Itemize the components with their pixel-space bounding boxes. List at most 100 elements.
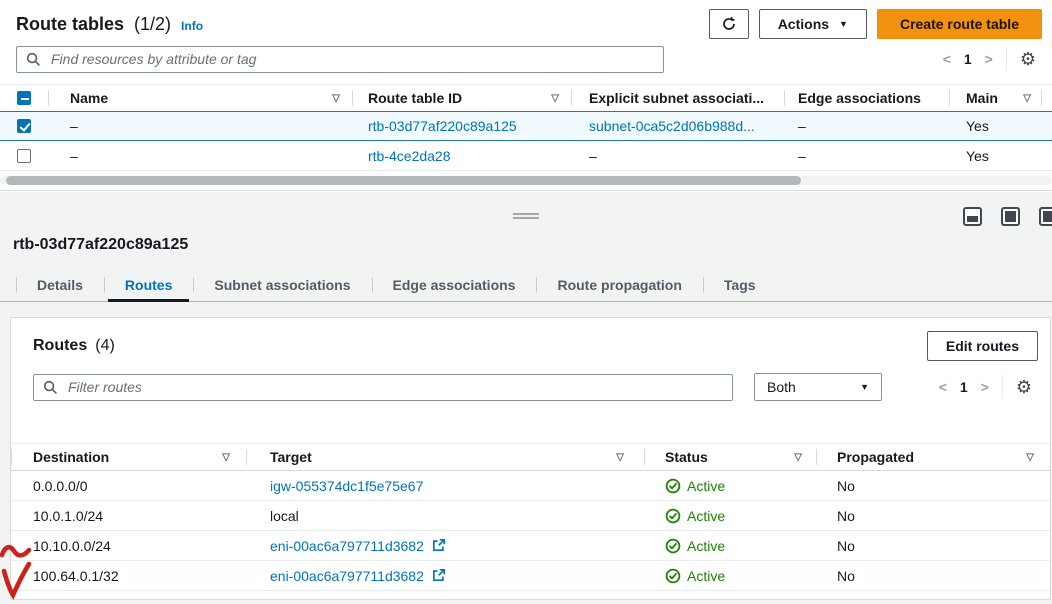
status-badge: Active — [687, 478, 725, 494]
scope-select[interactable]: Both ▼ — [754, 373, 882, 401]
search-box[interactable] — [16, 46, 664, 73]
status-ok-icon — [665, 568, 681, 584]
target-link[interactable]: igw-055374dc1f5e75e67 — [270, 478, 423, 494]
settings-gear-icon[interactable]: ⚙ — [1020, 50, 1036, 68]
refresh-button[interactable] — [709, 9, 749, 39]
sort-icon[interactable]: ▽ — [332, 93, 340, 104]
edge-association-cell: – — [784, 141, 949, 170]
sort-icon[interactable]: ▽ — [616, 452, 624, 463]
tab-route-propagation[interactable]: Route propagation — [536, 269, 702, 301]
column-header-explicit-subnet: Explicit subnet associati... — [571, 85, 784, 111]
routes-title: Routes — [33, 337, 87, 355]
route-table-id-cell: rtb-03d77af220c89a125 — [352, 112, 571, 140]
target-link[interactable]: eni-00ac6a797711d3682 — [270, 568, 424, 584]
layout-bottom-panel-icon[interactable] — [963, 207, 982, 226]
column-header-name[interactable]: Name ▽ — [48, 85, 352, 111]
table-toolbar: < 1 > ⚙ — [16, 45, 1036, 73]
status-ok-icon — [665, 508, 681, 524]
tab-edge-associations[interactable]: Edge associations — [372, 269, 537, 301]
target-cell: eni-00ac6a797711d3682 — [246, 531, 644, 560]
column-header-propagated[interactable]: Propagated ▽ — [816, 444, 1050, 470]
subnet-link[interactable]: subnet-0ca5c2d06b988d... — [589, 118, 755, 134]
search-input[interactable] — [49, 50, 654, 68]
routes-title-group: Routes (4) — [33, 337, 115, 355]
next-page-button[interactable]: > — [981, 379, 989, 395]
sort-icon[interactable]: ▽ — [794, 452, 802, 463]
external-link-icon[interactable] — [431, 568, 446, 583]
tab-routes[interactable]: Routes — [104, 269, 193, 301]
info-link[interactable]: Info — [181, 19, 203, 33]
route-row: 10.10.0.0/24 eni-00ac6a797711d3682 Activ… — [11, 531, 1050, 561]
external-link-icon[interactable] — [431, 538, 446, 553]
propagated-cell: No — [816, 561, 1050, 590]
sort-icon[interactable]: ▽ — [1023, 93, 1031, 104]
create-route-table-button[interactable]: Create route table — [877, 9, 1042, 39]
refresh-icon — [721, 16, 737, 32]
row-checkbox[interactable] — [17, 149, 31, 163]
route-table-id-link[interactable]: rtb-03d77af220c89a125 — [368, 118, 517, 134]
column-label: Edge associations — [798, 90, 921, 106]
layout-toggle-group — [963, 207, 1052, 226]
routes-card: Routes (4) Edit routes Both ▼ < — [10, 317, 1051, 600]
status-cell: Active — [644, 561, 816, 590]
page-number[interactable]: 1 — [964, 51, 972, 67]
route-row: 0.0.0.0/0 igw-055374dc1f5e75e67 Active N… — [11, 471, 1050, 501]
layout-side-panel-icon[interactable] — [1039, 207, 1052, 226]
filter-box[interactable] — [33, 374, 733, 401]
route-table-id-cell: rtb-4ce2da28 — [352, 141, 571, 170]
actions-button[interactable]: Actions ▼ — [759, 9, 867, 39]
horizontal-scrollbar-thumb[interactable] — [6, 176, 801, 185]
target-cell: igw-055374dc1f5e75e67 — [246, 471, 644, 500]
column-header-route-table-id[interactable]: Route table ID ▽ — [352, 85, 571, 111]
column-header-main[interactable]: Main ▽ — [949, 85, 1041, 111]
scope-select-value: Both — [767, 379, 796, 395]
create-route-table-label: Create route table — [900, 16, 1019, 32]
column-label: Explicit subnet associati... — [589, 90, 764, 106]
page-number[interactable]: 1 — [960, 379, 968, 395]
status-badge: Active — [687, 568, 725, 584]
select-all-checkbox[interactable] — [17, 91, 31, 105]
table-header-row: Name ▽ Route table ID ▽ Explicit subnet … — [0, 84, 1052, 111]
propagated-cell: No — [816, 531, 1050, 560]
routes-table: Destination ▽ Target ▽ Status ▽ Propagat… — [11, 443, 1050, 591]
column-label: Target — [270, 449, 312, 465]
destination-cell: 100.64.0.1/32 — [11, 561, 246, 590]
column-header-destination[interactable]: Destination ▽ — [11, 444, 246, 470]
caret-down-icon: ▼ — [860, 382, 869, 392]
next-page-button[interactable]: > — [985, 51, 993, 67]
tab-tags[interactable]: Tags — [703, 269, 777, 301]
row-checkbox-cell — [0, 141, 48, 170]
main-cell: Yes — [949, 141, 1041, 170]
route-tables-table: Name ▽ Route table ID ▽ Explicit subnet … — [0, 84, 1052, 171]
page-title: Route tables — [16, 14, 124, 35]
table-row: – rtb-4ce2da28 – – Yes — [0, 141, 1052, 171]
edge-association-cell: – — [784, 112, 949, 140]
split-resize-handle[interactable] — [513, 211, 539, 221]
detail-panel: rtb-03d77af220c89a125 Details Routes Sub… — [0, 192, 1052, 604]
destination-cell: 10.10.0.0/24 — [11, 531, 246, 560]
prev-page-button[interactable]: < — [939, 379, 947, 395]
status-ok-icon — [665, 478, 681, 494]
prev-page-button[interactable]: < — [943, 51, 951, 67]
status-cell: Active — [644, 531, 816, 560]
column-label: Main — [966, 90, 998, 106]
tab-subnet-associations[interactable]: Subnet associations — [193, 269, 371, 301]
row-checkbox[interactable] — [17, 119, 31, 133]
target-link[interactable]: eni-00ac6a797711d3682 — [270, 538, 424, 554]
edit-routes-button[interactable]: Edit routes — [927, 331, 1038, 361]
layout-full-panel-icon[interactable] — [1001, 207, 1020, 226]
selection-count: (1/2) — [134, 14, 171, 35]
column-header-target[interactable]: Target ▽ — [246, 444, 644, 470]
destination-cell: 0.0.0.0/0 — [11, 471, 246, 500]
route-table-id-link[interactable]: rtb-4ce2da28 — [368, 148, 451, 164]
routes-count: (4) — [95, 337, 115, 355]
status-badge: Active — [687, 508, 725, 524]
routes-header-row: Destination ▽ Target ▽ Status ▽ Propagat… — [11, 443, 1050, 471]
sort-icon[interactable]: ▽ — [222, 452, 230, 463]
filter-routes-input[interactable] — [66, 378, 723, 396]
sort-icon[interactable]: ▽ — [551, 93, 559, 104]
tab-details[interactable]: Details — [16, 269, 104, 301]
settings-gear-icon[interactable]: ⚙ — [1016, 378, 1032, 396]
column-header-status[interactable]: Status ▽ — [644, 444, 816, 470]
sort-icon[interactable]: ▽ — [1026, 452, 1034, 463]
